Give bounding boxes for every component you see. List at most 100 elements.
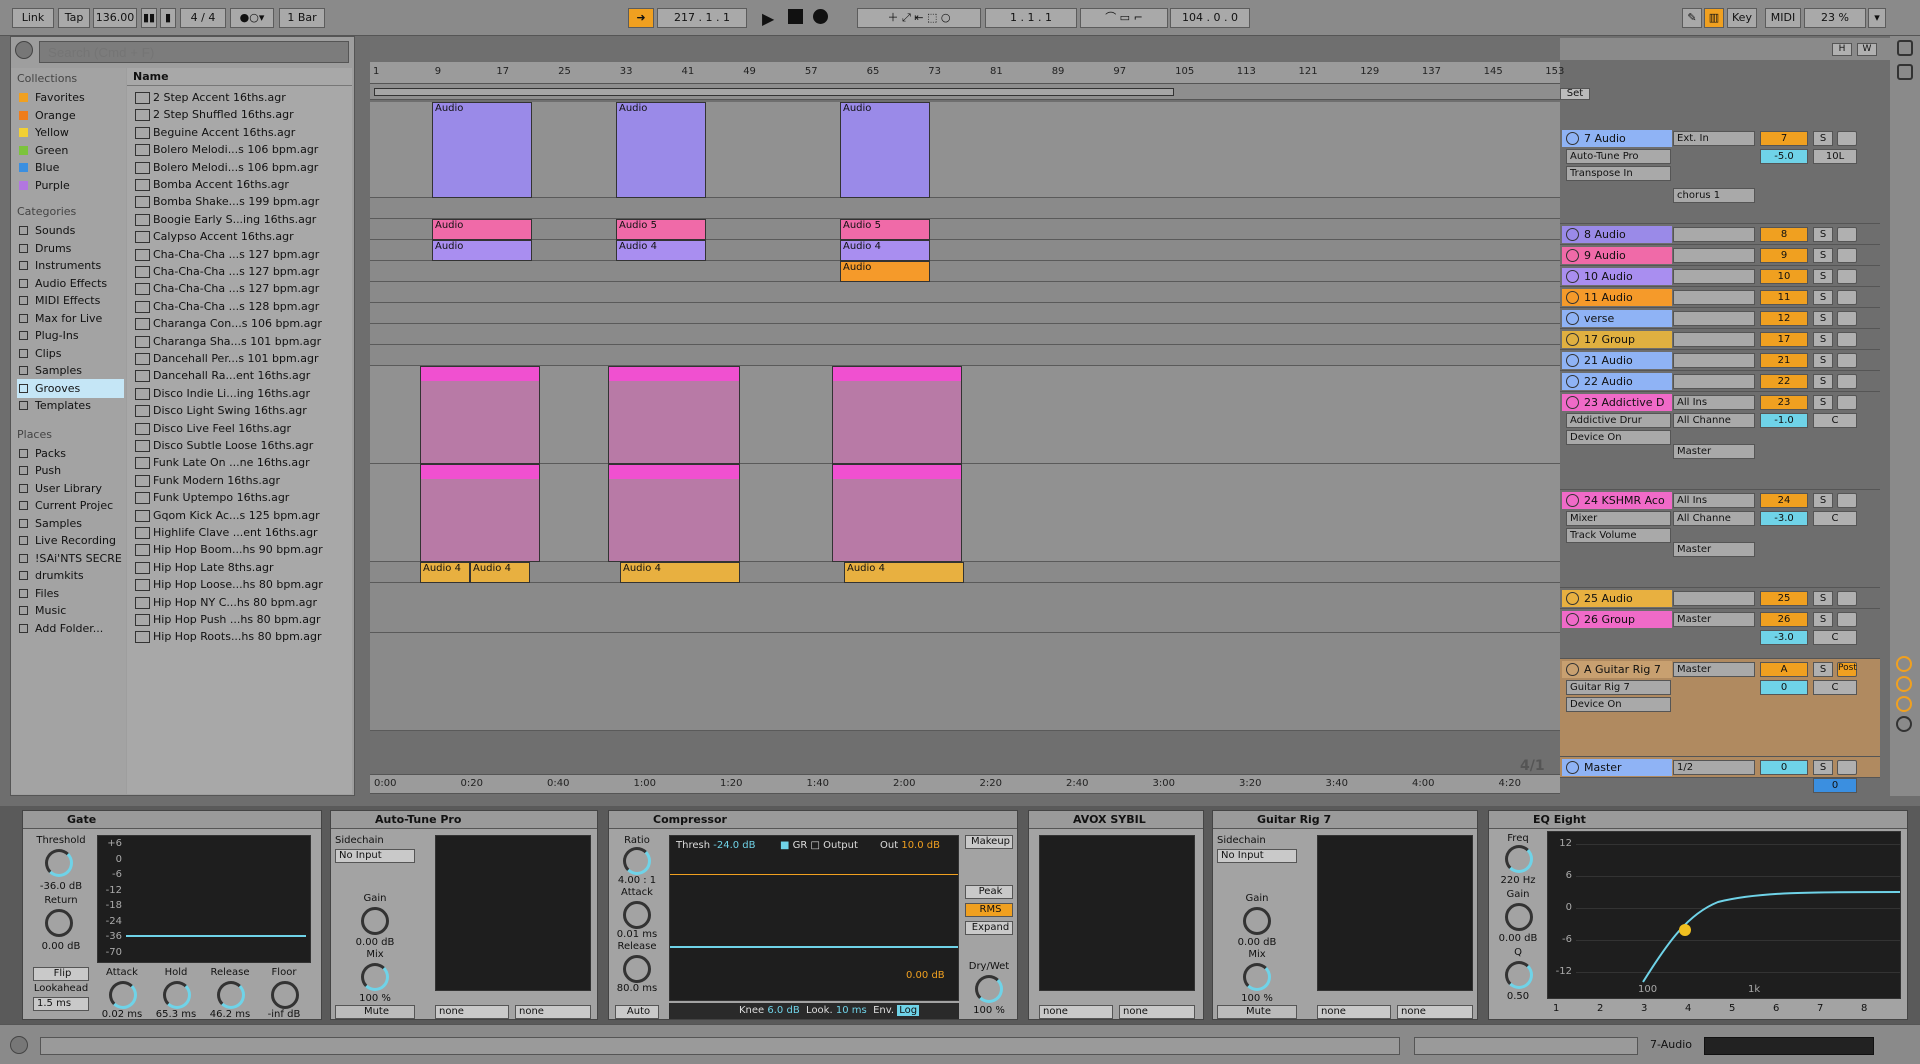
track-lane[interactable] [370, 324, 1560, 345]
track-name[interactable]: 22 Audio [1562, 373, 1672, 390]
file-item[interactable]: Charanga Con...s 106 bpm.agr [133, 314, 348, 333]
ratio-knob[interactable] [623, 847, 651, 875]
solo-button[interactable]: S [1813, 612, 1833, 627]
io-channel-menu[interactable]: All Channe [1673, 511, 1755, 526]
solo-button[interactable]: S [1813, 662, 1833, 677]
eq-band-toggle[interactable]: 8 [1861, 1003, 1891, 1014]
file-item[interactable]: Charanga Sha...s 101 bpm.agr [133, 332, 348, 351]
plugin-display[interactable] [1039, 835, 1195, 991]
eq-band-toggle[interactable]: 3 [1641, 1003, 1671, 1014]
eq-curve[interactable] [1548, 832, 1902, 1000]
gr-toggle[interactable]: GR [793, 840, 808, 851]
file-item[interactable]: Disco Subtle Loose 16ths.agr [133, 436, 348, 455]
clip-header[interactable] [609, 465, 739, 479]
io-menu[interactable] [1673, 269, 1755, 284]
pan-field[interactable]: C [1813, 680, 1857, 695]
freq-value[interactable]: 220 Hz [1493, 875, 1543, 886]
file-item[interactable]: Disco Live Feel 16ths.agr [133, 419, 348, 438]
track-lane[interactable] [370, 102, 1560, 198]
place-item[interactable]: Music [17, 601, 124, 620]
clip[interactable]: Audio [840, 261, 930, 282]
loop-tools[interactable]: ⌒ ▭ ⌐ [1080, 8, 1168, 28]
record-arm-button[interactable] [1837, 269, 1857, 284]
track-activator-icon[interactable] [1566, 494, 1579, 507]
track-name[interactable]: Master [1562, 759, 1672, 776]
category-item[interactable]: MIDI Effects [17, 291, 124, 310]
clip[interactable]: Audio 4 [420, 562, 470, 583]
track-number[interactable]: 23 [1760, 395, 1808, 410]
h-button[interactable]: H [1832, 43, 1852, 56]
solo-button[interactable]: S [1813, 591, 1833, 606]
track-header[interactable]: 17 Group 17 S [1560, 329, 1880, 350]
draw-tools[interactable]: ＋ ⤢ ⇤ ⬚ ○ [857, 8, 981, 28]
attack-knob[interactable] [109, 981, 137, 1009]
song-position-field[interactable]: 217 . 1 . 1 [657, 8, 747, 28]
track-number[interactable]: A [1760, 662, 1808, 677]
file-item[interactable]: Hip Hop NY C...hs 80 bpm.agr [133, 593, 348, 612]
track-lane[interactable] [370, 198, 1560, 219]
pencil-icon[interactable]: ✎ [1682, 8, 1702, 28]
browser-toggle-icon[interactable] [15, 41, 33, 59]
mix-knob[interactable] [361, 963, 389, 991]
metronome-icon[interactable]: ▮▮ [141, 8, 157, 28]
track-lane[interactable] [370, 583, 1560, 633]
eq-band-toggle[interactable]: 2 [1597, 1003, 1627, 1014]
bar-ruler[interactable]: 1 9 17 25 33 41 49 57 65 73 81 89 97 105 113 121 129 137 1… [370, 62, 1564, 84]
track-name[interactable]: 23 Addictive D [1562, 394, 1672, 411]
record-arm-button[interactable] [1837, 353, 1857, 368]
track-number[interactable]: 0 [1760, 760, 1808, 775]
place-item[interactable]: Packs [17, 444, 124, 463]
play-icon[interactable]: ▶ [762, 9, 774, 28]
clip[interactable] [420, 464, 540, 562]
device-title[interactable]: Auto-Tune Pro [331, 811, 597, 829]
place-item[interactable]: drumkits [17, 566, 124, 585]
makeup-button[interactable]: Makeup [965, 835, 1013, 849]
file-item[interactable]: Hip Hop Loose...hs 80 bpm.agr [133, 575, 348, 594]
macro-menu-2[interactable]: none [1397, 1005, 1473, 1019]
track-name[interactable]: 25 Audio [1562, 590, 1672, 607]
return-value[interactable]: 0.00 dB [31, 941, 91, 952]
midi-map-button[interactable]: MIDI [1765, 8, 1801, 28]
clip[interactable]: Audio 5 [616, 219, 706, 240]
track-number[interactable]: 22 [1760, 374, 1808, 389]
gain-knob[interactable] [361, 907, 389, 935]
device-title[interactable]: AVOX SYBIL [1029, 811, 1203, 829]
mute-button[interactable]: Mute [335, 1005, 415, 1019]
pan-field[interactable]: 10L [1813, 149, 1857, 164]
io-menu[interactable]: Ext. In [1673, 131, 1755, 146]
track-lane[interactable] [370, 219, 1560, 240]
place-item[interactable]: Files [17, 584, 124, 603]
rms-button[interactable]: RMS [965, 903, 1013, 917]
file-item[interactable]: Bolero Melodi...s 106 bpm.agr [133, 140, 348, 159]
release-value[interactable]: 80.0 ms [611, 983, 663, 994]
track-name[interactable]: 26 Group [1562, 611, 1672, 628]
threshold-knob[interactable] [45, 849, 73, 877]
device-title[interactable]: Gate [23, 811, 321, 829]
output-menu[interactable]: Master [1673, 444, 1755, 459]
gain-knob[interactable] [1243, 907, 1271, 935]
track-header[interactable]: verse 12 S [1560, 308, 1880, 329]
device-chooser[interactable]: Guitar Rig 7 [1566, 680, 1671, 695]
solo-button[interactable]: S [1813, 374, 1833, 389]
track-name[interactable]: verse [1562, 310, 1672, 327]
file-item[interactable]: Boogie Early S...ing 16ths.agr [133, 210, 348, 229]
eq-band-toggle[interactable]: 7 [1817, 1003, 1847, 1014]
clip-header[interactable] [421, 465, 539, 479]
file-item[interactable]: Funk Modern 16ths.agr [133, 471, 348, 490]
category-item[interactable]: Sounds [17, 221, 124, 240]
solo-button[interactable]: S [1813, 269, 1833, 284]
search-input[interactable] [39, 41, 349, 63]
io-menu[interactable]: Master [1673, 662, 1755, 677]
track-activator-icon[interactable] [1566, 132, 1579, 145]
record-arm-button[interactable] [1837, 374, 1857, 389]
file-item[interactable]: Highlife Clave ...ent 16ths.agr [133, 523, 348, 542]
track-activator-icon[interactable] [1566, 592, 1579, 605]
solo-button[interactable]: S [1813, 332, 1833, 347]
file-item[interactable]: 2 Step Accent 16ths.agr [133, 88, 348, 107]
track-lane[interactable] [370, 633, 1560, 731]
device-chooser[interactable]: Mixer [1566, 511, 1671, 526]
track-name[interactable]: 8 Audio [1562, 226, 1672, 243]
name-column-header[interactable]: Name [127, 68, 352, 86]
release-knob[interactable] [623, 955, 651, 983]
w-button[interactable]: W [1857, 43, 1877, 56]
